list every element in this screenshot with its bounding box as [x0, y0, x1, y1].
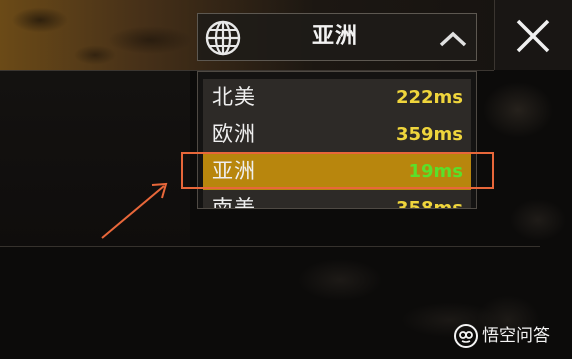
region-option-north-america[interactable]: 北美 222ms [203, 79, 471, 116]
region-ping: 222ms [395, 87, 463, 108]
watermark-text: 悟空问答 [482, 326, 550, 346]
region-name: 北美 [212, 85, 256, 109]
region-option-europe[interactable]: 欧洲 359ms [203, 116, 471, 153]
region-dropdown-list[interactable]: 北美 222ms 欧洲 359ms 亚洲 19ms 南美 358ms [197, 71, 477, 209]
selected-region-label[interactable]: 亚洲 [312, 22, 358, 52]
content-background [0, 71, 190, 246]
region-ping: 19ms [408, 161, 463, 182]
chevron-up-icon[interactable] [438, 30, 468, 48]
close-icon [516, 19, 550, 53]
region-option-asia[interactable]: 亚洲 19ms [203, 153, 471, 190]
globe-icon [205, 20, 241, 56]
content-divider [0, 246, 540, 247]
watermark: 悟空问答 [454, 322, 570, 350]
wukong-logo-icon [454, 324, 478, 348]
region-name: 欧洲 [212, 122, 256, 146]
region-ping: 359ms [395, 124, 463, 145]
region-name: 亚洲 [212, 159, 256, 183]
region-name: 南美 [212, 196, 256, 209]
region-option-south-america[interactable]: 南美 358ms [203, 190, 471, 209]
close-button[interactable] [494, 0, 572, 70]
region-ping: 358ms [395, 198, 463, 209]
